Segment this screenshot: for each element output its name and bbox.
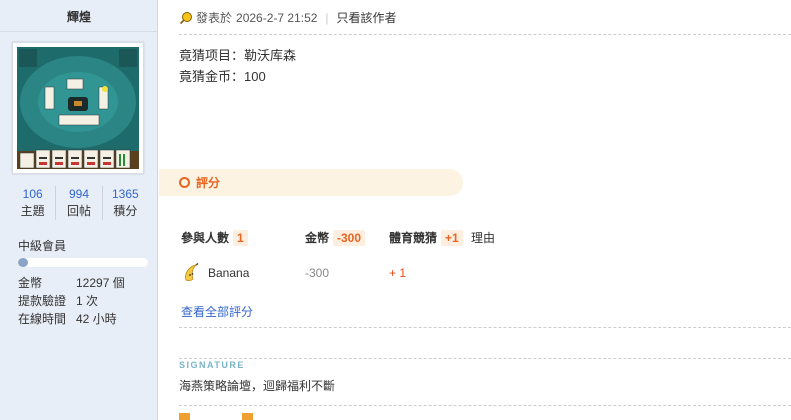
avatar-image[interactable] xyxy=(17,47,139,169)
info-row-gold: 金幣 12297 個 xyxy=(18,274,153,292)
rater-name[interactable]: Banana xyxy=(208,266,249,280)
sport-total: +1 xyxy=(441,229,463,246)
action-icon[interactable] xyxy=(242,413,253,420)
author-info: 金幣 12297 個 提款驗證 1 次 在線時間 42 小時 xyxy=(18,274,153,328)
stat-points[interactable]: 1365 積分 xyxy=(103,186,148,220)
rating-title: 評分 xyxy=(196,176,221,190)
sport-label: 體育競猜 xyxy=(389,231,438,245)
stat-value[interactable]: 106 xyxy=(10,186,55,202)
info-value: 1 次 xyxy=(76,294,99,308)
info-row-online: 在線時間 42 小時 xyxy=(18,310,153,328)
sport-col: 體育競猜 +1 xyxy=(389,229,471,246)
post-time-icon xyxy=(179,11,192,24)
rater-gold: -300 xyxy=(305,266,330,280)
author-sidebar: 輝煌 106 主題 994 回帖 1365 積分 中級會員 金幣 12297 個… xyxy=(0,0,158,420)
content-line: 竟猜项目：勒沃库森 xyxy=(179,48,297,63)
action-icon[interactable] xyxy=(179,413,190,420)
meta-separator: | xyxy=(325,10,329,25)
stat-value[interactable]: 994 xyxy=(56,186,101,202)
signature-title: SIGNATURE xyxy=(179,360,245,370)
rating-header: 參與人數 1 金幣 -300 體育競猜 +1 理由 xyxy=(181,229,495,246)
stat-label: 積分 xyxy=(113,204,138,218)
user-rank[interactable]: 中級會員 xyxy=(18,237,66,254)
divider xyxy=(179,358,791,359)
signature-text: 海燕策略論壇，迴歸福利不斷 xyxy=(179,379,336,393)
gold-total: -300 xyxy=(333,229,366,246)
participants-count: 1 xyxy=(233,229,248,246)
rater-sport: + 1 xyxy=(389,266,407,280)
rater[interactable]: Banana xyxy=(181,262,305,284)
post-main: 發表於 2026-2-7 21:52 | 只看該作者 竟猜项目：勒沃库森 竟猜金… xyxy=(159,0,791,420)
author-only-link[interactable]: 只看該作者 xyxy=(337,9,397,26)
stat-label: 主題 xyxy=(20,204,45,218)
gold-col: 金幣 -300 xyxy=(305,229,389,246)
view-all-ratings-link[interactable]: 查看全部評分 xyxy=(181,303,253,320)
post-date: 2026-2-7 21:52 xyxy=(236,10,318,25)
stat-threads[interactable]: 106 主題 xyxy=(10,186,57,220)
rating-row: Banana -300 + 1 xyxy=(181,262,471,284)
divider xyxy=(179,327,791,328)
info-label: 在線時間 xyxy=(18,312,67,326)
divider xyxy=(179,405,791,406)
rank-progress-bar xyxy=(18,258,148,267)
stat-value[interactable]: 1365 xyxy=(103,186,148,202)
participants-col: 參與人數 1 xyxy=(181,229,305,246)
rating-banner: 評分 xyxy=(159,169,463,196)
gold-label: 金幣 xyxy=(305,231,330,245)
stat-label: 回帖 xyxy=(66,204,91,218)
info-label: 提款驗證 xyxy=(18,294,67,308)
info-label: 金幣 xyxy=(18,276,43,290)
avatar[interactable] xyxy=(12,42,144,174)
content-line: 竟猜金币：100 xyxy=(179,69,266,84)
post-actions xyxy=(179,413,305,420)
reason-label: 理由 xyxy=(471,231,496,245)
divider xyxy=(179,34,791,35)
author-stats: 106 主題 994 回帖 1365 積分 xyxy=(10,186,148,220)
divider xyxy=(0,31,158,32)
info-value: 12297 個 xyxy=(76,276,125,290)
post-content: 竟猜项目：勒沃库森 竟猜金币：100 xyxy=(179,45,296,87)
info-row-withdraw: 提款驗證 1 次 xyxy=(18,292,153,310)
post-meta: 發表於 2026-2-7 21:52 | 只看該作者 xyxy=(179,9,397,26)
stat-replies[interactable]: 994 回帖 xyxy=(56,186,103,220)
rank-progress-fill xyxy=(18,258,29,267)
author-name[interactable]: 輝煌 xyxy=(0,8,158,25)
posted-label: 發表於 xyxy=(196,11,233,25)
info-value: 42 小時 xyxy=(76,312,117,326)
banana-avatar-icon[interactable] xyxy=(181,262,203,284)
rating-circle-icon xyxy=(179,177,190,188)
participants-label: 參與人數 xyxy=(181,231,230,245)
